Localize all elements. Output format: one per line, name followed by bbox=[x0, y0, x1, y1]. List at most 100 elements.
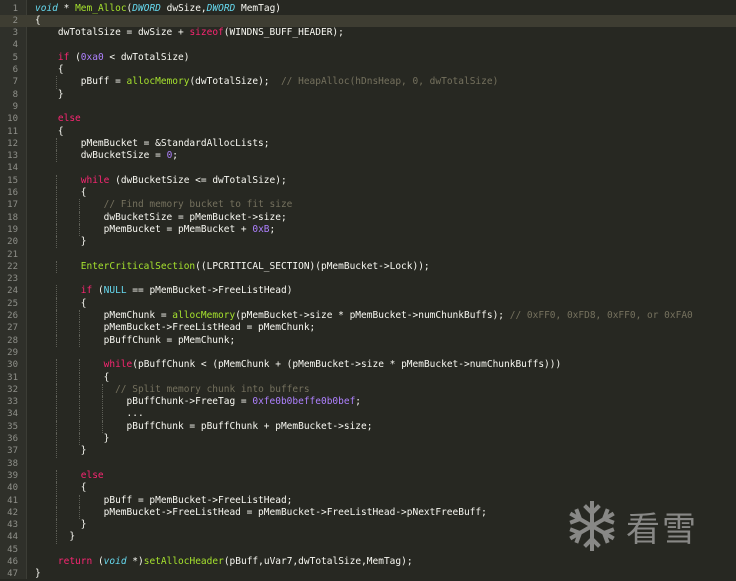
line-number: 23 bbox=[7, 274, 18, 285]
code-line[interactable]: 4 bbox=[0, 39, 736, 51]
code-text: // Split memory chunk into buffers bbox=[35, 384, 309, 396]
code-line[interactable]: 29 bbox=[0, 347, 736, 359]
code-line[interactable]: 33 pBuffChunk->FreeTag = 0xfe0b0beffe0b0… bbox=[0, 396, 736, 409]
code-line[interactable]: 1 void * Mem_Alloc(DWORD dwSize,DWORD Mem… bbox=[0, 3, 736, 15]
code-token: // 0xFF0, 0xFD8, 0xFF0, or 0xFA0 bbox=[509, 310, 693, 321]
code-line[interactable]: 19 pMemBucket = pMemBucket + 0xB; bbox=[0, 223, 736, 237]
code-token: dwSize, bbox=[160, 2, 207, 14]
code-token: { bbox=[35, 125, 64, 137]
code-line[interactable]: 32 // Split memory chunk into buffers bbox=[0, 383, 736, 397]
code-token: dwTotalSize = dwSize + bbox=[35, 27, 190, 39]
code-token: if bbox=[57, 51, 70, 63]
code-line[interactable]: 46 return (void *)setAllocHeader(pBuff,u… bbox=[0, 556, 736, 568]
code-line[interactable]: 40 { bbox=[0, 482, 736, 495]
code-token: ; bbox=[269, 223, 276, 235]
line-number: 32 bbox=[7, 384, 18, 395]
code-text: pBuffChunk = pMemChunk; bbox=[35, 335, 236, 347]
line-number: 8 bbox=[12, 89, 18, 100]
code-line[interactable]: 10 else bbox=[0, 113, 736, 125]
code-token: while bbox=[80, 174, 110, 186]
code-token: dwBucketSize = bbox=[35, 150, 167, 162]
line-number: 6 bbox=[12, 65, 18, 75]
code-line[interactable]: 25 { bbox=[0, 297, 736, 310]
code-line[interactable]: 21 bbox=[0, 249, 736, 261]
code-line[interactable]: 37 } bbox=[0, 445, 736, 458]
line-number: 20 bbox=[7, 237, 18, 248]
code-line[interactable]: 36 } bbox=[0, 433, 736, 446]
code-line[interactable]: 9 bbox=[0, 101, 736, 113]
code-token: void bbox=[35, 2, 58, 14]
code-line[interactable]: 15 while (dwBucketSize <= dwTotalSize); bbox=[0, 174, 736, 187]
watermark-text: 看雪 bbox=[626, 509, 698, 550]
code-line[interactable]: 30 while(pBuffChunk < (pMemChunk + (pMem… bbox=[0, 359, 736, 372]
code-text: } bbox=[35, 531, 75, 543]
code-token: ; bbox=[172, 150, 179, 162]
code-token: allocMemory bbox=[126, 76, 190, 88]
code-line[interactable]: 18 dwBucketSize = pMemBucket->size; bbox=[0, 211, 736, 224]
code-line[interactable]: 14 bbox=[0, 162, 736, 174]
code-line[interactable]: 20 } bbox=[0, 236, 736, 249]
code-line[interactable]: 7 pBuff = allocMemory(dwTotalSize); // H… bbox=[0, 76, 736, 89]
code-text: if (NULL == pMemBucket->FreeListHead) bbox=[35, 285, 293, 297]
code-token: // HeapAlloc(hDnsHeap, 0, dwTotalSize) bbox=[280, 76, 499, 88]
code-line[interactable]: 8 } bbox=[0, 89, 736, 101]
code-text: else bbox=[35, 113, 81, 125]
code-text: // Find memory bucket to fit size bbox=[35, 199, 293, 211]
code-token: ( bbox=[92, 285, 104, 297]
code-token: dwBucketSize = pMemBucket->size; bbox=[35, 211, 287, 223]
code-text: pBuffChunk = pBuffChunk + pMemBucket->si… bbox=[35, 421, 373, 433]
watermark: 看雪 bbox=[566, 496, 726, 556]
code-line[interactable]: 5 if (0xa0 < dwTotalSize) bbox=[0, 52, 736, 64]
code-token: pMemBucket = &StandardAllocLists; bbox=[35, 137, 270, 149]
code-line[interactable]: 12 pMemBucket = &StandardAllocLists; bbox=[0, 137, 736, 151]
code-line[interactable]: 16 { bbox=[0, 187, 736, 200]
code-text: } bbox=[35, 445, 87, 457]
code-line[interactable]: 35 pBuffChunk = pBuffChunk + pMemBucket-… bbox=[0, 420, 736, 433]
code-text: pBuffChunk->FreeTag = 0xfe0b0beffe0b0bef… bbox=[35, 396, 362, 408]
code-line[interactable]: 2{ bbox=[0, 14, 736, 28]
line-number: 44 bbox=[7, 532, 18, 543]
code-text: pBuff = pMemBucket->FreeListHead; bbox=[35, 495, 293, 507]
code-token: } bbox=[35, 568, 41, 580]
code-line[interactable]: 27 pMemBucket->FreeListHead = pMemChunk; bbox=[0, 322, 736, 335]
code-token: * bbox=[57, 2, 76, 14]
line-number: 13 bbox=[7, 151, 18, 162]
code-line[interactable]: 38 bbox=[0, 458, 736, 470]
code-line[interactable]: 23 bbox=[0, 273, 736, 285]
code-text: { bbox=[35, 15, 41, 27]
line-number: 21 bbox=[7, 249, 18, 260]
code-text: pMemBucket->FreeListHead = pMemChunk; bbox=[35, 322, 316, 334]
line-number: 31 bbox=[7, 372, 18, 383]
code-token: { bbox=[35, 64, 64, 75]
line-number: 19 bbox=[7, 224, 18, 235]
code-line[interactable]: 26 pMemChunk = allocMemory(pMemBucket->s… bbox=[0, 310, 736, 323]
code-token: allocMemory bbox=[172, 310, 236, 321]
code-line[interactable]: 39 else bbox=[0, 469, 736, 483]
code-line[interactable]: 31 { bbox=[0, 371, 736, 384]
code-token: *) bbox=[126, 556, 144, 567]
line-number: 22 bbox=[7, 261, 18, 272]
code-line[interactable]: 13 dwBucketSize = 0; bbox=[0, 150, 736, 163]
code-line[interactable]: 11 { bbox=[0, 126, 736, 138]
code-line[interactable]: 3 dwTotalSize = dwSize + sizeof(WINDNS_B… bbox=[0, 27, 736, 39]
code-token: } bbox=[35, 236, 87, 248]
code-text: pMemBucket->FreeListHead = pMemBucket->F… bbox=[35, 507, 487, 519]
line-number: 3 bbox=[12, 28, 18, 39]
code-line[interactable]: 34 ... bbox=[0, 408, 736, 421]
code-line[interactable]: 17 // Find memory bucket to fit size bbox=[0, 199, 736, 212]
code-line[interactable]: 22 EnterCriticalSection((LPCRITICAL_SECT… bbox=[0, 260, 736, 274]
code-text: pBuff = allocMemory(dwTotalSize); // Hea… bbox=[35, 76, 499, 88]
code-line[interactable]: 6 { bbox=[0, 64, 736, 76]
line-number: 37 bbox=[7, 446, 18, 457]
code-editor[interactable]: 1 void * Mem_Alloc(DWORD dwSize,DWORD Mem… bbox=[0, 0, 736, 579]
code-text: dwBucketSize = pMemBucket->size; bbox=[35, 212, 287, 224]
line-number: 7 bbox=[12, 77, 18, 88]
code-line[interactable]: 24 if (NULL == pMemBucket->FreeListHead) bbox=[0, 285, 736, 298]
code-line[interactable]: 28 pBuffChunk = pMemChunk; bbox=[0, 334, 736, 347]
line-number: 28 bbox=[7, 335, 18, 346]
